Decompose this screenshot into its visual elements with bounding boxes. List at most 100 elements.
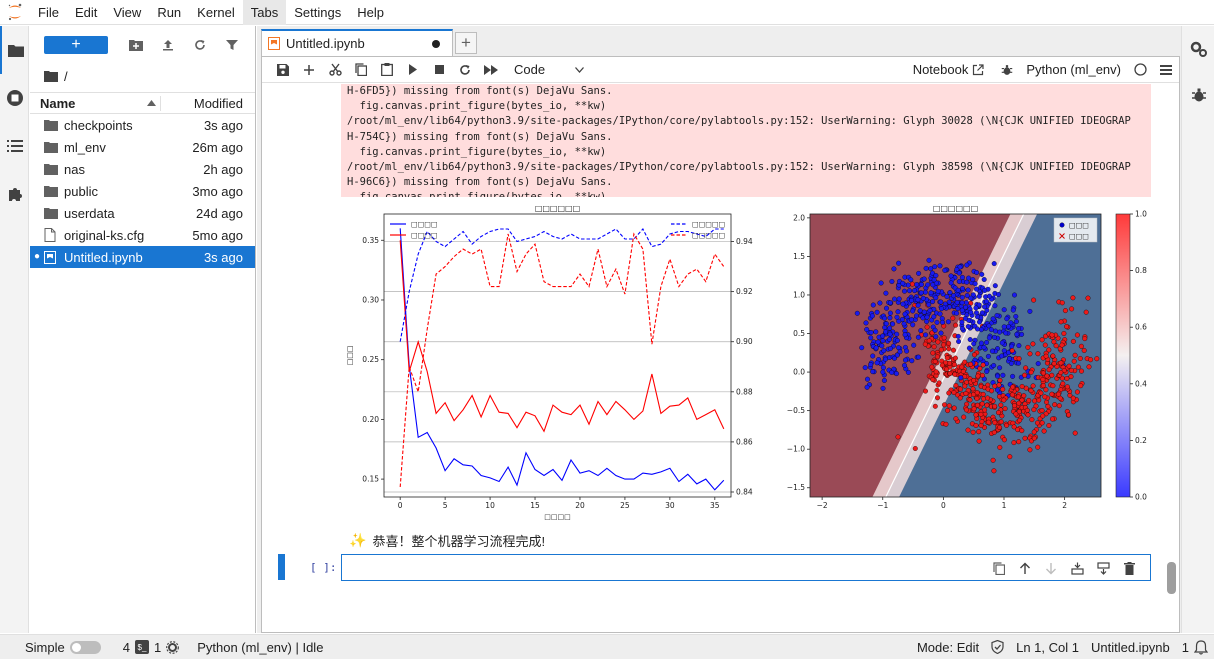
move-up-button[interactable] — [1014, 558, 1036, 578]
tab-untitled-ipynb[interactable]: Untitled.ipynb — [261, 29, 453, 56]
scatter-point — [1028, 388, 1034, 394]
extension-manager-tab[interactable] — [0, 170, 29, 218]
cell-collapser[interactable] — [278, 554, 285, 580]
scatter-point — [964, 407, 969, 413]
filter-button[interactable] — [216, 33, 248, 57]
cursor-position[interactable]: Ln 1, Col 1 — [1016, 640, 1079, 655]
file-row-checkpoints[interactable]: checkpoints 3s ago — [30, 114, 255, 136]
menu-view[interactable]: View — [105, 0, 149, 25]
cell-type-dropdown[interactable]: Code — [514, 62, 584, 77]
new-folder-button[interactable] — [120, 33, 152, 57]
stderr-line: fig.canvas.print_figure(bytes_io, **kw) — [347, 190, 1151, 197]
scatter-point — [938, 330, 944, 336]
menu-run[interactable]: Run — [149, 0, 189, 25]
scatter-point — [887, 336, 892, 342]
restart-kernel-button[interactable] — [452, 58, 478, 82]
scatter-point — [963, 391, 969, 396]
kernel-name-button[interactable]: Python (ml_env) — [1026, 62, 1121, 77]
run-cell-button[interactable] — [400, 58, 426, 82]
menu-edit[interactable]: Edit — [67, 0, 105, 25]
file-row-untitled-ipynb[interactable]: ● Untitled.ipynb 3s ago — [30, 246, 255, 268]
terminals-count[interactable]: 4 $_ 1 — [123, 640, 180, 655]
simple-mode-toggle[interactable]: Simple — [25, 640, 101, 655]
scatter-point — [992, 283, 998, 289]
file-modified: 2h ago — [203, 161, 243, 177]
notifications-button[interactable]: 1 — [1182, 640, 1208, 655]
property-inspector-tab[interactable] — [1182, 26, 1214, 72]
file-row-ml-env[interactable]: ml_env 26m ago — [30, 136, 255, 158]
refresh-icon — [460, 64, 470, 75]
add-tab-button[interactable]: + — [455, 32, 477, 54]
scatter-point — [1072, 352, 1078, 358]
folder-icon[interactable] — [44, 70, 58, 82]
breadcrumb-root[interactable]: / — [64, 69, 68, 84]
delete-cell-button[interactable] — [1118, 558, 1140, 578]
modified-column-header[interactable]: Modified — [160, 95, 255, 111]
restart-run-all-button[interactable] — [478, 58, 504, 82]
file-row-userdata[interactable]: userdata 24d ago — [30, 202, 255, 224]
menu-help[interactable]: Help — [349, 0, 392, 25]
toggle-switch[interactable] — [69, 640, 101, 654]
notebook-toolbar: Code Notebook Python (ml_env) — [262, 57, 1179, 83]
arrow-up-icon — [1020, 562, 1030, 574]
scatter-point — [985, 353, 991, 359]
scatter-point — [959, 319, 965, 325]
insert-above-button[interactable] — [1066, 558, 1088, 578]
copy-button[interactable] — [348, 58, 374, 82]
save-button[interactable] — [270, 58, 296, 82]
scatter-point — [1016, 343, 1022, 349]
unsaved-dot-icon[interactable] — [432, 39, 440, 48]
menu-kernel[interactable]: Kernel — [189, 0, 243, 25]
menu-file[interactable]: File — [30, 0, 67, 25]
file-browser-tab[interactable] — [0, 26, 29, 74]
running-sessions-tab[interactable] — [0, 74, 29, 122]
open-in-notebook-button[interactable]: Notebook — [913, 62, 985, 77]
arrow-down-icon — [1046, 562, 1056, 574]
menu-tabs[interactable]: Tabs — [242, 0, 287, 25]
new-launcher-button[interactable]: + — [44, 36, 108, 54]
file-row-nas[interactable]: nas 2h ago — [30, 158, 255, 180]
scatter-point — [915, 334, 921, 340]
code-cell-editor[interactable] — [341, 554, 1151, 581]
scatter-point — [933, 369, 939, 375]
scatter-point — [946, 390, 952, 396]
scatter-point — [974, 310, 979, 316]
scatter-point — [1040, 383, 1046, 389]
scatter-point — [1010, 373, 1016, 379]
x-tick-label: 1 — [1002, 501, 1007, 510]
scatter-point — [1039, 420, 1045, 426]
trusted-indicator[interactable] — [991, 640, 1004, 654]
paste-button[interactable] — [374, 58, 400, 82]
notebook-menu-button[interactable] — [1153, 58, 1179, 82]
notebook-scrollbar[interactable] — [1167, 562, 1176, 594]
scatter-point — [1010, 384, 1016, 390]
file-row-public[interactable]: public 3mo ago — [30, 180, 255, 202]
active-code-cell[interactable]: [ ]: — [262, 554, 1179, 582]
debugger-tab[interactable] — [1182, 72, 1214, 118]
refresh-button[interactable] — [184, 33, 216, 57]
scatter-point — [995, 373, 1000, 379]
debugger-toggle-button[interactable] — [994, 58, 1020, 82]
cut-button[interactable] — [322, 58, 348, 82]
insert-cell-button[interactable] — [296, 58, 322, 82]
table-of-contents-tab[interactable] — [0, 122, 29, 170]
move-down-button[interactable] — [1040, 558, 1062, 578]
menu-settings[interactable]: Settings — [286, 0, 349, 25]
interrupt-kernel-button[interactable] — [426, 58, 452, 82]
insert-below-button[interactable] — [1092, 558, 1114, 578]
file-row-original-ks[interactable]: original-ks.cfg 5mo ago — [30, 224, 255, 246]
scatter-point — [854, 310, 860, 316]
scatter-point — [1083, 309, 1089, 315]
name-column-header[interactable]: Name — [30, 96, 160, 111]
scatter-point — [953, 322, 959, 328]
kernel-status[interactable]: Python (ml_env) | Idle — [197, 640, 323, 655]
scatter-point — [945, 319, 951, 325]
scatter-point — [917, 308, 923, 314]
scatter-point — [979, 271, 985, 277]
upload-button[interactable] — [152, 33, 184, 57]
scatter-point — [895, 434, 901, 440]
duplicate-cell-button[interactable] — [988, 558, 1010, 578]
scatter-point — [937, 263, 943, 269]
scatter-point — [1014, 331, 1020, 337]
scatter-point — [1009, 392, 1015, 398]
